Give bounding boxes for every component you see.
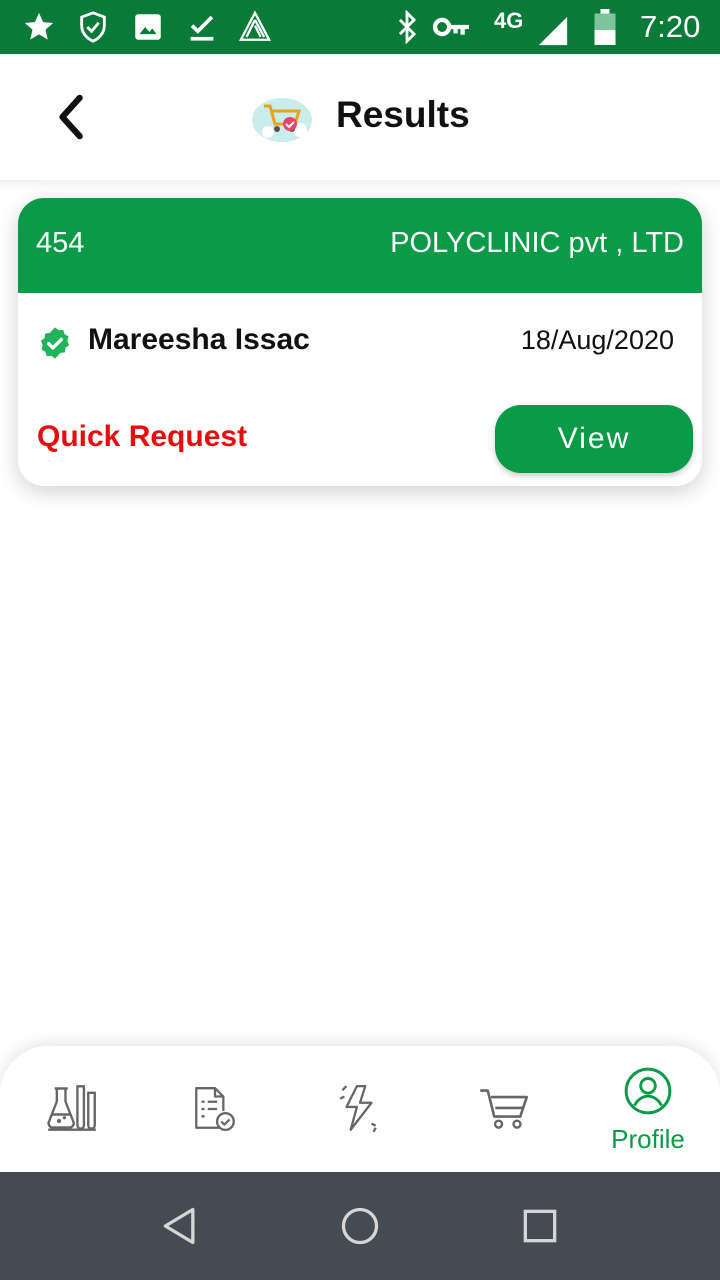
nav-item-lab[interactable] — [12, 1046, 132, 1172]
signal-icon — [538, 16, 568, 46]
battery-icon — [594, 9, 616, 45]
system-navigation-bar — [0, 1172, 720, 1280]
home-circle-icon[interactable] — [338, 1204, 382, 1248]
card-header: 454 POLYCLINIC pvt , LTD — [18, 198, 702, 293]
result-id: 454 — [36, 227, 85, 259]
bottom-navigation: Profile — [0, 1046, 720, 1172]
page-title: Results — [336, 94, 470, 135]
key-icon — [432, 17, 469, 37]
bluetooth-icon — [398, 10, 417, 44]
image-icon — [135, 14, 161, 40]
nav-label-profile: Profile — [611, 1124, 685, 1154]
result-card[interactable]: 454 POLYCLINIC pvt , LTD Mareesha Issac … — [18, 198, 702, 486]
verified-check-icon — [40, 327, 70, 359]
download-done-icon — [190, 15, 214, 41]
nav-item-quick[interactable] — [298, 1046, 418, 1172]
back-button[interactable] — [52, 92, 92, 142]
cart-icon — [480, 1089, 529, 1129]
app-triangle-icon — [238, 10, 272, 41]
star-icon — [24, 12, 54, 40]
network-type: 4G — [494, 8, 524, 33]
patient-name: Mareesha Issac — [88, 323, 310, 356]
shield-check-icon — [80, 11, 106, 43]
clock: 7:20 — [640, 9, 701, 44]
nav-item-profile[interactable]: Profile — [580, 1046, 716, 1172]
status-bar: 4G 7:20 — [0, 0, 720, 54]
lab-flask-icon — [47, 1085, 96, 1131]
cart-cloud-logo — [252, 98, 312, 142]
back-triangle-icon[interactable] — [158, 1204, 202, 1248]
view-button[interactable]: View — [495, 405, 693, 473]
recents-square-icon[interactable] — [518, 1204, 562, 1248]
request-type-label: Quick Request — [37, 420, 248, 453]
result-date: 18/Aug/2020 — [520, 325, 674, 355]
flash-icon — [339, 1084, 377, 1133]
report-check-icon — [195, 1087, 235, 1131]
header-divider — [0, 180, 720, 190]
nav-item-reports[interactable] — [154, 1046, 274, 1172]
nav-item-cart[interactable] — [442, 1046, 562, 1172]
app-header: Results — [0, 54, 720, 180]
profile-icon — [624, 1067, 672, 1115]
organization-name: POLYCLINIC pvt , LTD — [390, 227, 684, 259]
